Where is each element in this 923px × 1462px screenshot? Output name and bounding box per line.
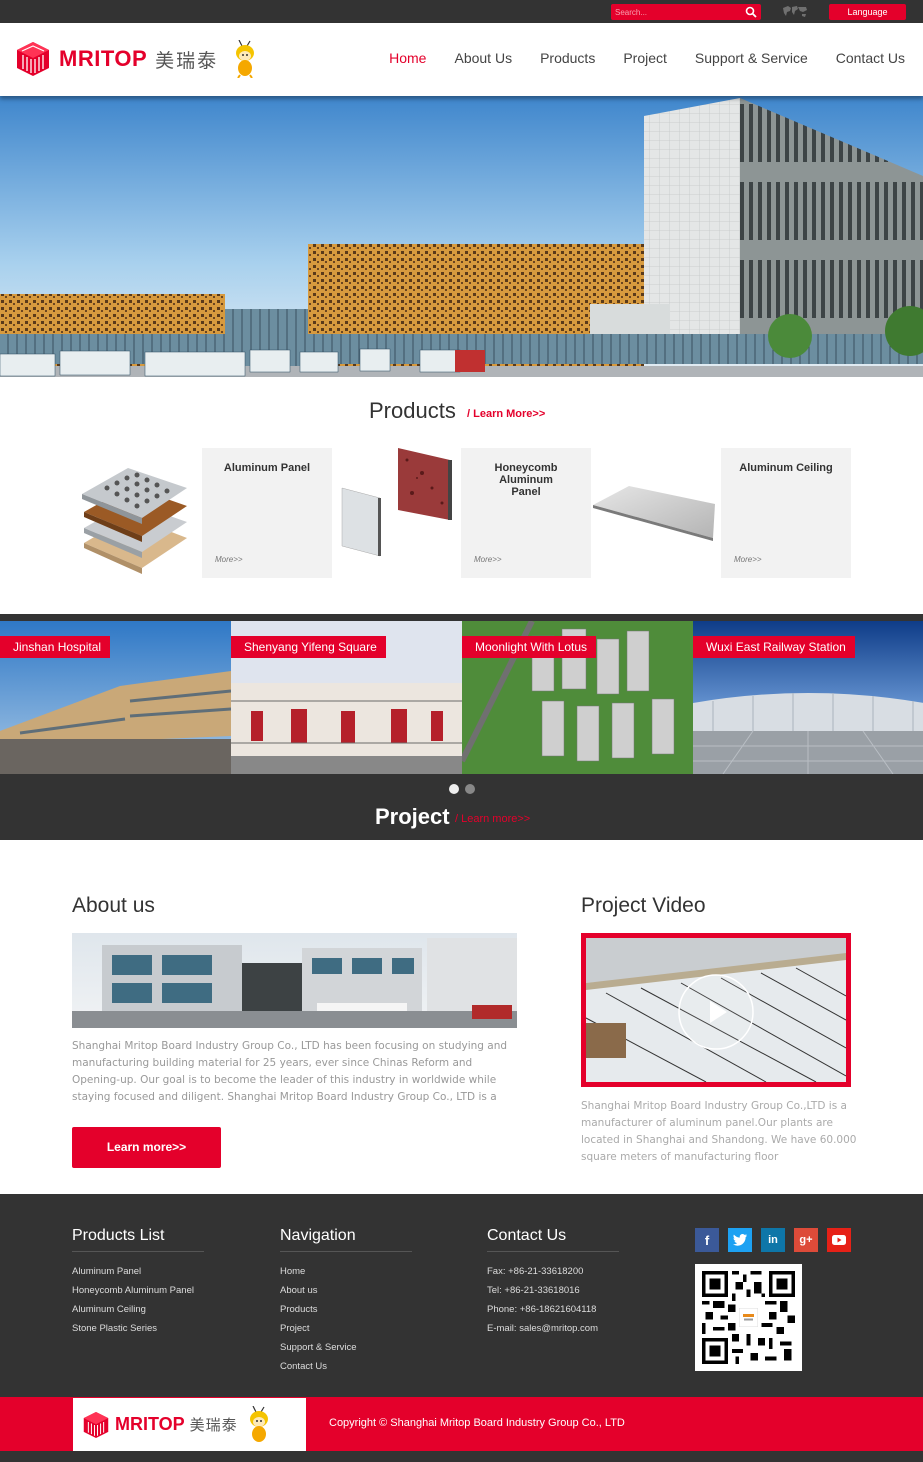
footer-navigation: Navigation Home About us Products Projec… <box>280 1227 412 1380</box>
learn-more-button[interactable]: Learn more>> <box>72 1127 221 1168</box>
nav-products[interactable]: Products <box>540 50 595 66</box>
products-learn-more-link[interactable]: / Learn More>> <box>467 408 545 420</box>
projects-section: Jinshan Hospital Shenyang Yifeng Square … <box>0 614 923 840</box>
qr-code-icon <box>702 1271 795 1364</box>
footer-brand-name-cn: 美瑞泰 <box>189 1416 238 1434</box>
product-image-honeycomb-panel[interactable] <box>332 448 462 578</box>
copyright-bar: MRITOP 美瑞泰 Copyright © Shanghai Mritop B… <box>0 1397 923 1451</box>
carousel-dots <box>449 784 475 794</box>
video-thumbnail <box>586 938 846 1082</box>
product-more-link[interactable]: More>> <box>474 555 502 564</box>
project-video-text: Shanghai Mritop Board Industry Group Co.… <box>581 1100 857 1163</box>
footer-products-list: Products List Aluminum Panel Honeycomb A… <box>72 1227 204 1342</box>
world-map-icon[interactable] <box>782 5 808 18</box>
project-tile-shenyang-yifeng-square[interactable]: Shenyang Yifeng Square <box>231 621 462 774</box>
copyright-text: Copyright © Shanghai Mritop Board Indust… <box>329 1417 625 1429</box>
product-name: Aluminum Ceiling <box>739 462 833 474</box>
mascot-bee-icon <box>249 1405 268 1442</box>
facebook-icon[interactable]: f <box>695 1228 719 1252</box>
footer-nav-link[interactable]: Products <box>280 1304 412 1315</box>
search-box[interactable] <box>611 4 761 20</box>
contact-phone: Phone: +86-18621604118 <box>487 1304 597 1315</box>
footer-contact: Contact Us Fax: +86-21-33618200 Tel: +86… <box>487 1227 619 1342</box>
logo-cube-icon <box>83 1411 109 1438</box>
product-image-aluminum-ceiling[interactable] <box>591 448 721 578</box>
header: MRITOP 美瑞泰 Home About Us Products Projec… <box>0 23 923 96</box>
footer-nav-link[interactable]: About us <box>280 1285 412 1296</box>
bottom-strip <box>0 1451 923 1462</box>
product-more-link[interactable]: More>> <box>215 555 243 564</box>
project-video-title: Project Video <box>581 894 706 917</box>
nav-contact-us[interactable]: Contact Us <box>836 50 905 66</box>
project-tile-jinshan-hospital[interactable]: Jinshan Hospital <box>0 621 231 774</box>
contact-fax: Fax: +86-21-33618200 <box>487 1266 584 1277</box>
project-title: Project <box>375 804 450 829</box>
about-factory-image <box>72 933 517 1028</box>
project-tile-moonlight-with-lotus[interactable]: Moonlight With Lotus <box>462 621 693 774</box>
project-label: Moonlight With Lotus <box>462 636 597 658</box>
product-name: Aluminum Panel <box>223 462 311 474</box>
aluminum-ceiling-image <box>593 486 715 541</box>
product-card-aluminum-panel[interactable]: Aluminum Panel More>> <box>202 448 332 578</box>
linkedin-icon[interactable]: in <box>761 1228 785 1252</box>
products-title: Products <box>369 398 456 423</box>
logo-cube-icon <box>17 42 49 76</box>
social-links: f in g+ <box>695 1228 851 1252</box>
product-name: Honeycomb Aluminum Panel <box>494 462 558 498</box>
product-more-link[interactable]: More>> <box>734 555 762 564</box>
aluminum-panel-image <box>82 468 187 574</box>
project-learn-more-link[interactable]: / Learn more>> <box>455 813 530 825</box>
brand-name-cn: 美瑞泰 <box>155 49 219 72</box>
product-image-aluminum-panel[interactable] <box>72 448 202 578</box>
contact-email[interactable]: E-mail: sales@mritop.com <box>487 1323 619 1334</box>
twitter-icon[interactable] <box>728 1228 752 1252</box>
logo[interactable]: MRITOP 美瑞泰 <box>16 39 258 79</box>
language-button[interactable]: Language <box>829 4 906 20</box>
carousel-dot-1[interactable] <box>449 784 459 794</box>
footer-product-link[interactable]: Honeycomb Aluminum Panel <box>72 1285 204 1296</box>
product-card-aluminum-ceiling[interactable]: Aluminum Ceiling More>> <box>721 448 851 578</box>
footer-nav-link[interactable]: Contact Us <box>280 1361 412 1372</box>
search-input[interactable] <box>615 5 740 19</box>
mascot-bee-icon <box>236 40 255 78</box>
footer-brand-name: MRITOP <box>115 1414 185 1434</box>
project-label: Jinshan Hospital <box>0 636 111 658</box>
footer-products-title: Products List <box>72 1227 204 1252</box>
nav-home[interactable]: Home <box>389 50 426 66</box>
qr-code <box>695 1264 802 1371</box>
footer-product-link[interactable]: Aluminum Ceiling <box>72 1304 204 1315</box>
footer-nav-link[interactable]: Home <box>280 1266 412 1277</box>
search-icon[interactable] <box>745 6 757 18</box>
hero-building-image <box>0 96 923 377</box>
main-nav: Home About Us Products Project Support &… <box>361 50 905 66</box>
google-plus-icon[interactable]: g+ <box>794 1228 818 1252</box>
footer-nav-link[interactable]: Project <box>280 1323 412 1334</box>
project-video-player[interactable] <box>581 933 851 1087</box>
about-text: Shanghai Mritop Board Industry Group Co.… <box>72 1040 508 1103</box>
honeycomb-panel-image <box>341 448 452 557</box>
footer-navigation-title: Navigation <box>280 1227 412 1252</box>
footer-logo[interactable]: MRITOP 美瑞泰 <box>73 1398 306 1451</box>
hero-banner[interactable] <box>0 96 923 377</box>
footer-nav-link[interactable]: Support & Service <box>280 1342 412 1353</box>
project-label: Wuxi East Railway Station <box>693 636 855 658</box>
youtube-icon[interactable] <box>827 1228 851 1252</box>
project-tile-wuxi-east-railway-station[interactable]: Wuxi East Railway Station <box>693 621 923 774</box>
about-title: About us <box>72 894 155 917</box>
footer-product-link[interactable]: Aluminum Panel <box>72 1266 204 1277</box>
footer-contact-title: Contact Us <box>487 1227 619 1252</box>
top-bar: Language <box>0 0 923 23</box>
nav-support-service[interactable]: Support & Service <box>695 50 808 66</box>
brand-name: MRITOP <box>59 46 148 71</box>
footer-product-link[interactable]: Stone Plastic Series <box>72 1323 204 1334</box>
carousel-dot-2[interactable] <box>465 784 475 794</box>
nav-about-us[interactable]: About Us <box>454 50 512 66</box>
product-card-honeycomb-aluminum-panel[interactable]: Honeycomb Aluminum Panel More>> <box>461 448 591 578</box>
nav-project[interactable]: Project <box>623 50 667 66</box>
project-label: Shenyang Yifeng Square <box>231 636 386 658</box>
contact-tel: Tel: +86-21-33618016 <box>487 1285 580 1296</box>
